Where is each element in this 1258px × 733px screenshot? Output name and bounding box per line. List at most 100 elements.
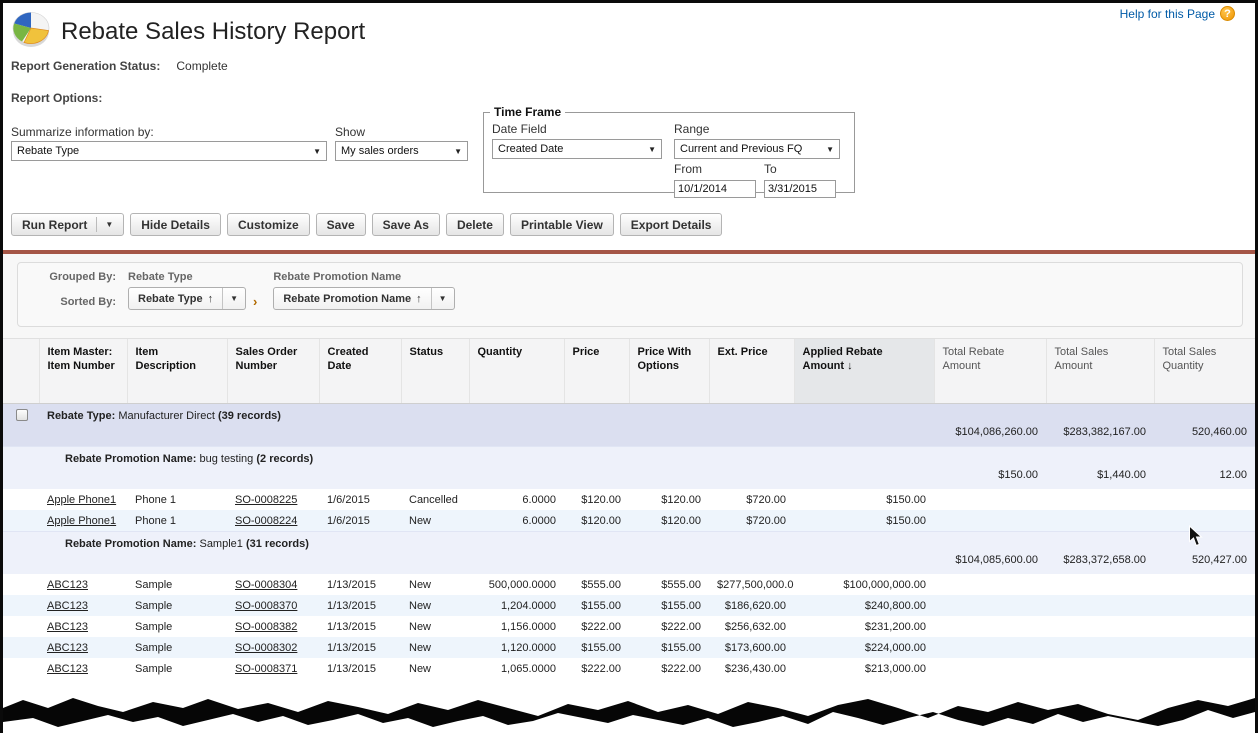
table-row: ABC123SampleSO-00083701/13/2015New1,204.… <box>3 595 1255 616</box>
printable-view-button[interactable]: Printable View <box>510 213 614 236</box>
item-link[interactable]: ABC123 <box>47 579 88 591</box>
from-date-input[interactable] <box>674 180 756 198</box>
aggregate-empty-cell <box>934 616 1255 637</box>
price-cell: $555.00 <box>564 574 629 595</box>
item-link[interactable]: Apple Phone1 <box>47 515 116 527</box>
table-row: ABC123SampleSO-00083711/13/2015New1,065.… <box>3 658 1255 679</box>
button-label: Printable View <box>521 218 603 232</box>
run-report-menu-caret-icon[interactable]: ▼ <box>96 217 113 232</box>
date-field-select[interactable]: Created Date ▼ <box>492 139 662 159</box>
totals-spacer-cell <box>3 467 934 489</box>
column-header-price[interactable]: Price <box>564 339 629 403</box>
sales-order-cell: SO-0008370 <box>227 595 319 616</box>
sort-asc-arrow: ↑ <box>208 293 214 305</box>
group-field-label: Rebate Promotion Name: <box>65 453 196 465</box>
sales-order-link[interactable]: SO-0008304 <box>235 579 297 591</box>
sales-order-link[interactable]: SO-0008224 <box>235 515 297 527</box>
chevron-down-icon[interactable]: ▼ <box>222 288 245 309</box>
column-header-label: Item Master: Item Number <box>48 346 115 372</box>
price-cell: $120.00 <box>564 510 629 532</box>
status-cell: New <box>401 595 469 616</box>
sales-order-cell: SO-0008304 <box>227 574 319 595</box>
column-header-total-sales-quantity[interactable]: Total Sales Quantity <box>1154 339 1255 403</box>
aggregate-empty-cell <box>934 510 1255 532</box>
show-select[interactable]: My sales orders ▼ <box>335 141 468 161</box>
quantity-cell: 500,000.0000 <box>469 574 564 595</box>
grouped-by-label: Grouped By: <box>30 270 116 290</box>
save-button[interactable]: Save <box>316 213 366 236</box>
delete-button[interactable]: Delete <box>446 213 504 236</box>
aggregate-empty-cell <box>934 658 1255 679</box>
group-checkbox[interactable] <box>16 409 28 421</box>
report-page: Help for this Page ? Rebate Sales Histor… <box>0 0 1258 733</box>
item-link[interactable]: ABC123 <box>47 600 88 612</box>
sort-dropdown-label: Rebate Type <box>138 293 203 305</box>
help-link[interactable]: Help for this Page <box>1120 7 1215 21</box>
range-select[interactable]: Current and Previous FQ ▼ <box>674 139 840 159</box>
sales-order-link[interactable]: SO-0008302 <box>235 642 297 654</box>
total-sales-amount-cell: $1,440.00 <box>1046 467 1154 489</box>
sales-order-cell: SO-0008382 <box>227 616 319 637</box>
run-report-button[interactable]: Run Report▼ <box>11 213 124 236</box>
item-cell: ABC123 <box>39 637 127 658</box>
sort-desc-arrow-icon: ↓ <box>844 360 853 372</box>
item-link[interactable]: ABC123 <box>47 621 88 633</box>
grouped-by-value-2: Rebate Promotion Name <box>273 270 454 287</box>
hide-details-button[interactable]: Hide Details <box>130 213 221 236</box>
sales-order-link[interactable]: SO-0008370 <box>235 600 297 612</box>
applied-rebate-amount-cell: $100,000,000.00 <box>794 574 934 595</box>
column-header-item-master-item-number[interactable]: Item Master: Item Number <box>39 339 127 403</box>
item-link[interactable]: Apple Phone1 <box>47 494 116 506</box>
item-link[interactable]: ABC123 <box>47 663 88 675</box>
sales-order-link[interactable]: SO-0008382 <box>235 621 297 633</box>
sales-order-link[interactable]: SO-0008371 <box>235 663 297 675</box>
created-date-cell: 1/6/2015 <box>319 489 401 510</box>
total-rebate-amount-cell: $150.00 <box>934 467 1046 489</box>
quantity-cell: 1,204.0000 <box>469 595 564 616</box>
column-header-ext-price[interactable]: Ext. Price <box>709 339 794 403</box>
item-cell: ABC123 <box>39 658 127 679</box>
item-cell: ABC123 <box>39 616 127 637</box>
export-details-button[interactable]: Export Details <box>620 213 723 236</box>
item-description-cell: Phone 1 <box>127 489 227 510</box>
summarize-by-select[interactable]: Rebate Type ▼ <box>11 141 327 161</box>
item-description-cell: Sample <box>127 658 227 679</box>
item-link[interactable]: ABC123 <box>47 642 88 654</box>
to-date-input[interactable] <box>764 180 836 198</box>
save-as-button[interactable]: Save As <box>372 213 440 236</box>
sort-dropdown-rebate-promotion-name[interactable]: Rebate Promotion Name↑ ▼ <box>273 287 454 310</box>
range-value: Current and Previous FQ <box>680 143 802 155</box>
sales-order-cell: SO-0008302 <box>227 637 319 658</box>
column-header-label: Ext. Price <box>718 346 768 358</box>
torn-edge <box>3 694 1255 730</box>
price-cell: $155.00 <box>564 637 629 658</box>
customize-button[interactable]: Customize <box>227 213 310 236</box>
chevron-down-icon: ▼ <box>648 145 656 154</box>
group-header-row: Rebate Promotion Name: Sample1 (31 recor… <box>3 531 1255 552</box>
total-sales-amount-cell: $283,372,658.00 <box>1046 552 1154 574</box>
sales-order-link[interactable]: SO-0008225 <box>235 494 297 506</box>
time-frame-legend: Time Frame <box>490 105 565 119</box>
column-header-quantity[interactable]: Quantity <box>469 339 564 403</box>
chevron-down-icon: ▼ <box>454 147 462 156</box>
column-header-status[interactable]: Status <box>401 339 469 403</box>
price-with-options-cell: $222.00 <box>629 616 709 637</box>
column-header-price-with-options[interactable]: Price With Options <box>629 339 709 403</box>
help-icon[interactable]: ? <box>1220 6 1235 21</box>
column-header-created-date[interactable]: Created Date <box>319 339 401 403</box>
row-checkbox-cell <box>3 658 39 679</box>
ext-price-cell: $186,620.00 <box>709 595 794 616</box>
row-checkbox-cell <box>3 574 39 595</box>
column-header-applied-rebate-amount[interactable]: Applied Rebate Amount ↓ <box>794 339 934 403</box>
column-header-total-sales-amount[interactable]: Total Sales Amount <box>1046 339 1154 403</box>
column-header-label: Sales Order Number <box>236 346 298 372</box>
sort-dropdown-rebate-type[interactable]: Rebate Type ↑ ▼ <box>128 287 246 310</box>
ext-price-cell: $173,600.00 <box>709 637 794 658</box>
column-header-total-rebate-amount[interactable]: Total Rebate Amount <box>934 339 1046 403</box>
column-header-item-description[interactable]: Item Description <box>127 339 227 403</box>
button-label: Customize <box>238 218 299 232</box>
price-with-options-cell: $222.00 <box>629 658 709 679</box>
price-cell: $155.00 <box>564 595 629 616</box>
column-header-sales-order-number[interactable]: Sales Order Number <box>227 339 319 403</box>
chevron-down-icon[interactable]: ▼ <box>431 288 454 309</box>
